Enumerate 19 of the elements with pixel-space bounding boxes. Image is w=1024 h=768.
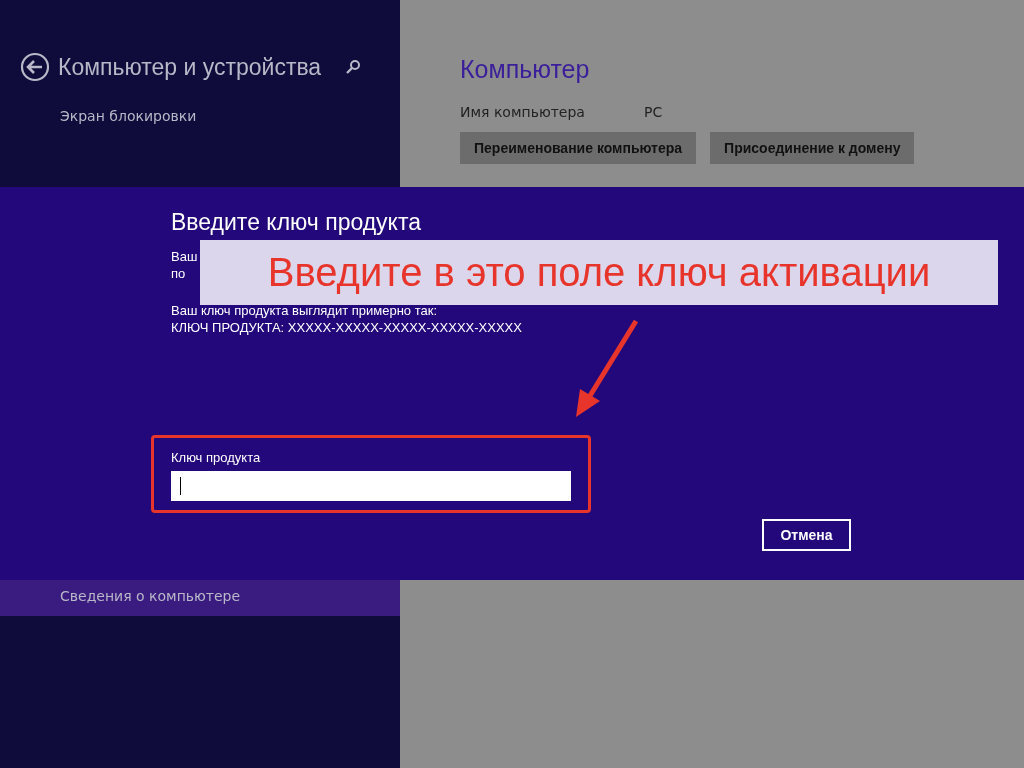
- section-heading: Компьютер: [460, 55, 591, 84]
- cancel-button[interactable]: Отмена: [762, 519, 851, 551]
- action-button[interactable]: Присоединение к домену: [710, 132, 915, 164]
- sidebar-item[interactable]: Экран блокировки: [20, 98, 197, 134]
- example-text: КЛЮЧ ПРОДУКТА: XXXXX-XXXXX-XXXXX-XXXXX-XXXXX: [171, 319, 523, 336]
- description-text: по: [171, 266, 186, 281]
- field-label: Ключ продукта: [171, 450, 261, 465]
- description-text: Ваш: [171, 249, 198, 264]
- panel-title: Компьютер и устройства: [58, 53, 322, 81]
- computer-name: PC: [644, 104, 663, 120]
- sidebar-item[interactable]: Сведения о компьютере: [0, 580, 400, 616]
- example-text: Ваш ключ продукта выглядит примерно так:: [171, 302, 439, 319]
- product-key-field[interactable]: [171, 471, 571, 501]
- search-icon[interactable]: [345, 59, 362, 75]
- action-button[interactable]: Переименование компьютера: [460, 132, 697, 164]
- field-label: Имя компьютера: [460, 104, 586, 120]
- callout: Введите в это поле ключ активации: [200, 240, 998, 305]
- back-icon[interactable]: [20, 52, 50, 82]
- dialog-title: Введите ключ продукта: [171, 209, 422, 236]
